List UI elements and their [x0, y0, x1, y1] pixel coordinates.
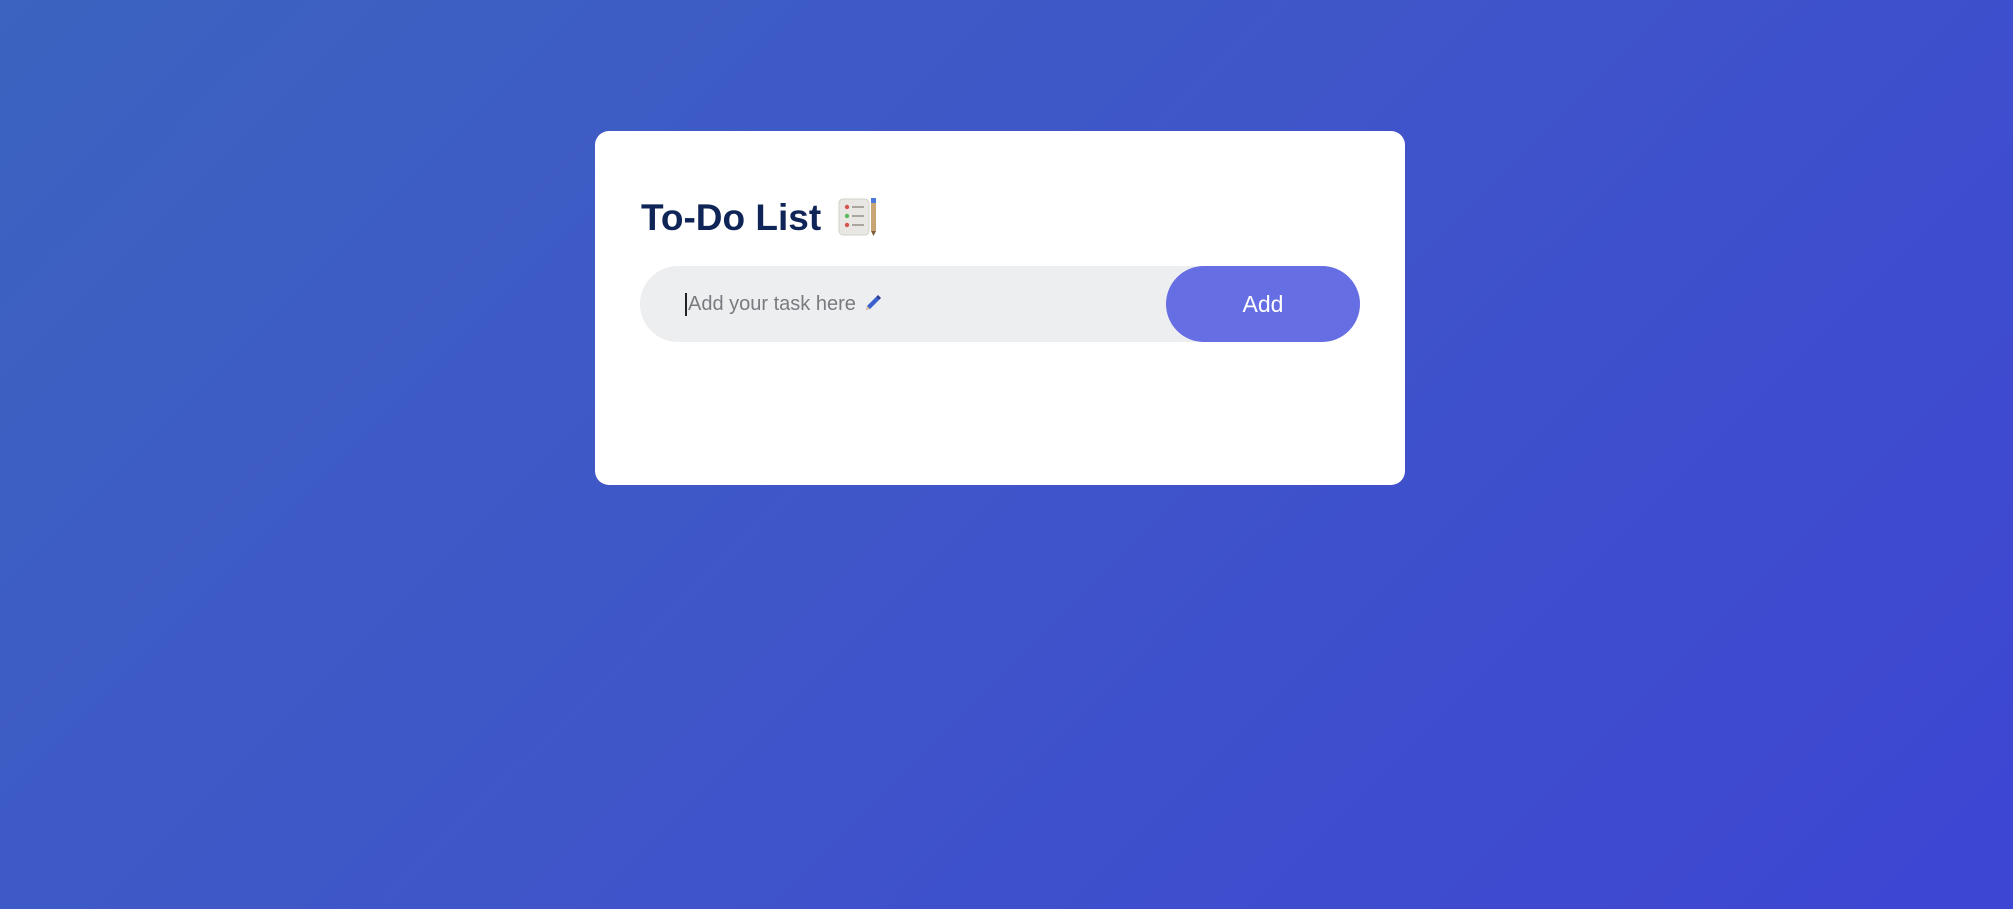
title-row: To-Do List: [641, 191, 879, 243]
task-input[interactable]: [640, 266, 1160, 342]
app-title: To-Do List: [641, 196, 822, 238]
task-input-row: Add your task here Add: [640, 266, 1360, 342]
todo-card: To-Do List Add your task here Add: [595, 131, 1405, 485]
add-button[interactable]: Add: [1166, 266, 1360, 342]
checklist-notepad-icon: [837, 196, 879, 238]
